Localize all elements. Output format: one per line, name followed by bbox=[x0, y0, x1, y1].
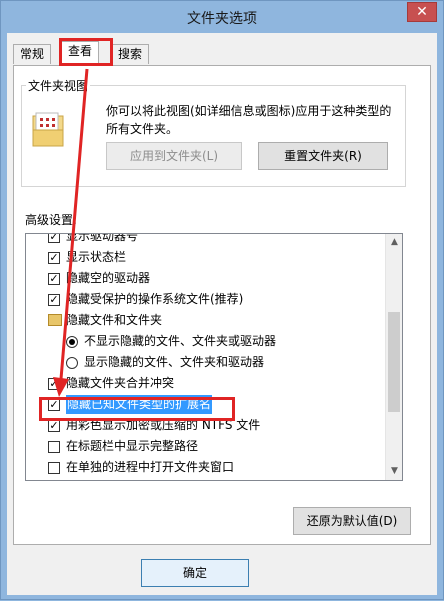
radio-selected-icon[interactable] bbox=[66, 336, 78, 348]
checkbox-unchecked-icon[interactable] bbox=[48, 441, 60, 453]
radio-unselected-icon[interactable] bbox=[66, 357, 78, 369]
list-item-label: 在列表视图中键入时 bbox=[66, 478, 174, 480]
scroll-thumb[interactable] bbox=[388, 312, 400, 412]
folder-views-description: 你可以将此视图(如详细信息或图标)应用于这种类型的所有文件夹。 bbox=[106, 104, 392, 136]
folder-views-title: 文件夹视图 bbox=[26, 77, 91, 94]
list-item-label: 隐藏空的驱动器 bbox=[66, 271, 151, 285]
list-item-label: 显示状态栏 bbox=[66, 250, 127, 264]
list-item[interactable]: ✓ 隐藏文件夹合并冲突 bbox=[26, 373, 386, 394]
folder-icon bbox=[48, 314, 62, 326]
checkbox-checked-icon[interactable]: ✓ bbox=[48, 252, 60, 264]
list-item-label: 隐藏文件和文件夹 bbox=[66, 313, 163, 327]
list-item[interactable]: 显示隐藏的文件、文件夹和驱动器 bbox=[26, 352, 386, 373]
list-item-label: 用彩色显示加密或压缩的 NTFS 文件 bbox=[66, 418, 261, 432]
checkbox-checked-icon[interactable]: ✓ bbox=[48, 420, 60, 432]
list-item-label: 隐藏文件夹合并冲突 bbox=[66, 376, 175, 390]
list-item[interactable]: ✓ 隐藏空的驱动器 bbox=[26, 268, 386, 289]
checkbox-unchecked-icon[interactable] bbox=[48, 462, 60, 474]
restore-defaults-button[interactable]: 还原为默认值(D) bbox=[293, 507, 411, 535]
checkbox-checked-icon[interactable]: ✓ bbox=[48, 273, 60, 285]
tab-strip: 常规 查看 搜索 bbox=[7, 41, 437, 66]
checkbox-checked-icon[interactable]: ✓ bbox=[48, 399, 60, 411]
list-item[interactable]: 不显示隐藏的文件、文件夹或驱动器 bbox=[26, 331, 386, 352]
checkbox-checked-icon[interactable]: ✓ bbox=[48, 294, 60, 306]
advanced-settings-items: ✓ 显示驱动器号 ✓ 显示状态栏 ✓ 隐藏空的驱动器 ✓ 隐藏受保护的操作系统文件(推荐) 隐藏… bbox=[26, 233, 386, 480]
list-item-label: 显示驱动器号 bbox=[66, 233, 139, 243]
list-item[interactable]: ✓ 显示状态栏 bbox=[26, 247, 386, 268]
tab-general[interactable]: 常规 bbox=[13, 44, 52, 64]
list-scrollbar[interactable]: ▲ ▼ bbox=[385, 234, 402, 480]
checkbox-checked-icon[interactable]: ✓ bbox=[48, 378, 60, 390]
list-item-label: 显示隐藏的文件、文件夹和驱动器 bbox=[84, 355, 265, 369]
reset-folders-button[interactable]: 重置文件夹(R) bbox=[258, 142, 388, 170]
list-item[interactable]: ✓ 隐藏已知文件类型的扩展名 bbox=[26, 394, 386, 415]
scroll-up-icon[interactable]: ▲ bbox=[386, 234, 402, 251]
close-icon: ✕ bbox=[416, 4, 428, 20]
list-item[interactable]: 隐藏文件和文件夹 bbox=[26, 310, 386, 331]
list-item[interactable]: ✓ 显示驱动器号 bbox=[26, 233, 386, 247]
list-item-label: 不显示隐藏的文件、文件夹或驱动器 bbox=[84, 334, 277, 348]
folder-options-window: 文件夹选项 ✕ 常规 查看 搜索 文件夹视图 你可以将此视图(如详细信息或图标)… bbox=[0, 0, 444, 600]
scroll-down-icon[interactable]: ▼ bbox=[386, 463, 402, 480]
title-bar[interactable]: 文件夹选项 ✕ bbox=[1, 1, 443, 33]
list-item[interactable]: ✓ 隐藏受保护的操作系统文件(推荐) bbox=[26, 289, 386, 310]
list-item[interactable]: 在单独的进程中打开文件夹窗口 bbox=[26, 457, 386, 478]
list-item-label: 隐藏已知文件类型的扩展名 bbox=[66, 395, 213, 414]
ok-button[interactable]: 确定 bbox=[141, 559, 249, 587]
folder-views-group: 文件夹视图 你可以将此视图(如详细信息或图标)应用于这种类型的所有文件夹。 应用… bbox=[21, 77, 406, 187]
window-title: 文件夹选项 bbox=[187, 11, 257, 27]
apply-to-folders-button[interactable]: 应用到文件夹(L) bbox=[106, 142, 242, 170]
folder-view-icon bbox=[32, 112, 64, 147]
list-item[interactable]: ✓ 用彩色显示加密或压缩的 NTFS 文件 bbox=[26, 415, 386, 436]
advanced-settings-label: 高级设置: bbox=[25, 213, 78, 227]
dialog-client: 常规 查看 搜索 文件夹视图 你可以将此视图(如详细信息或图标)应用于这种类型的… bbox=[7, 33, 437, 595]
advanced-settings-list[interactable]: ✓ 显示驱动器号 ✓ 显示状态栏 ✓ 隐藏空的驱动器 ✓ 隐藏受保护的操作系统文件(推荐) 隐藏… bbox=[25, 233, 403, 481]
list-item[interactable]: 在标题栏中显示完整路径 bbox=[26, 436, 386, 457]
list-item-label: 在单独的进程中打开文件夹窗口 bbox=[66, 460, 235, 474]
list-item-label: 隐藏受保护的操作系统文件(推荐) bbox=[66, 292, 244, 306]
checkbox-checked-icon[interactable]: ✓ bbox=[48, 234, 60, 243]
tab-search[interactable]: 搜索 bbox=[111, 44, 150, 64]
list-item[interactable]: 在列表视图中键入时 bbox=[26, 478, 386, 480]
tab-view[interactable]: 查看 bbox=[61, 41, 100, 66]
list-item-label: 在标题栏中显示完整路径 bbox=[66, 439, 199, 453]
close-button[interactable]: ✕ bbox=[407, 2, 437, 22]
